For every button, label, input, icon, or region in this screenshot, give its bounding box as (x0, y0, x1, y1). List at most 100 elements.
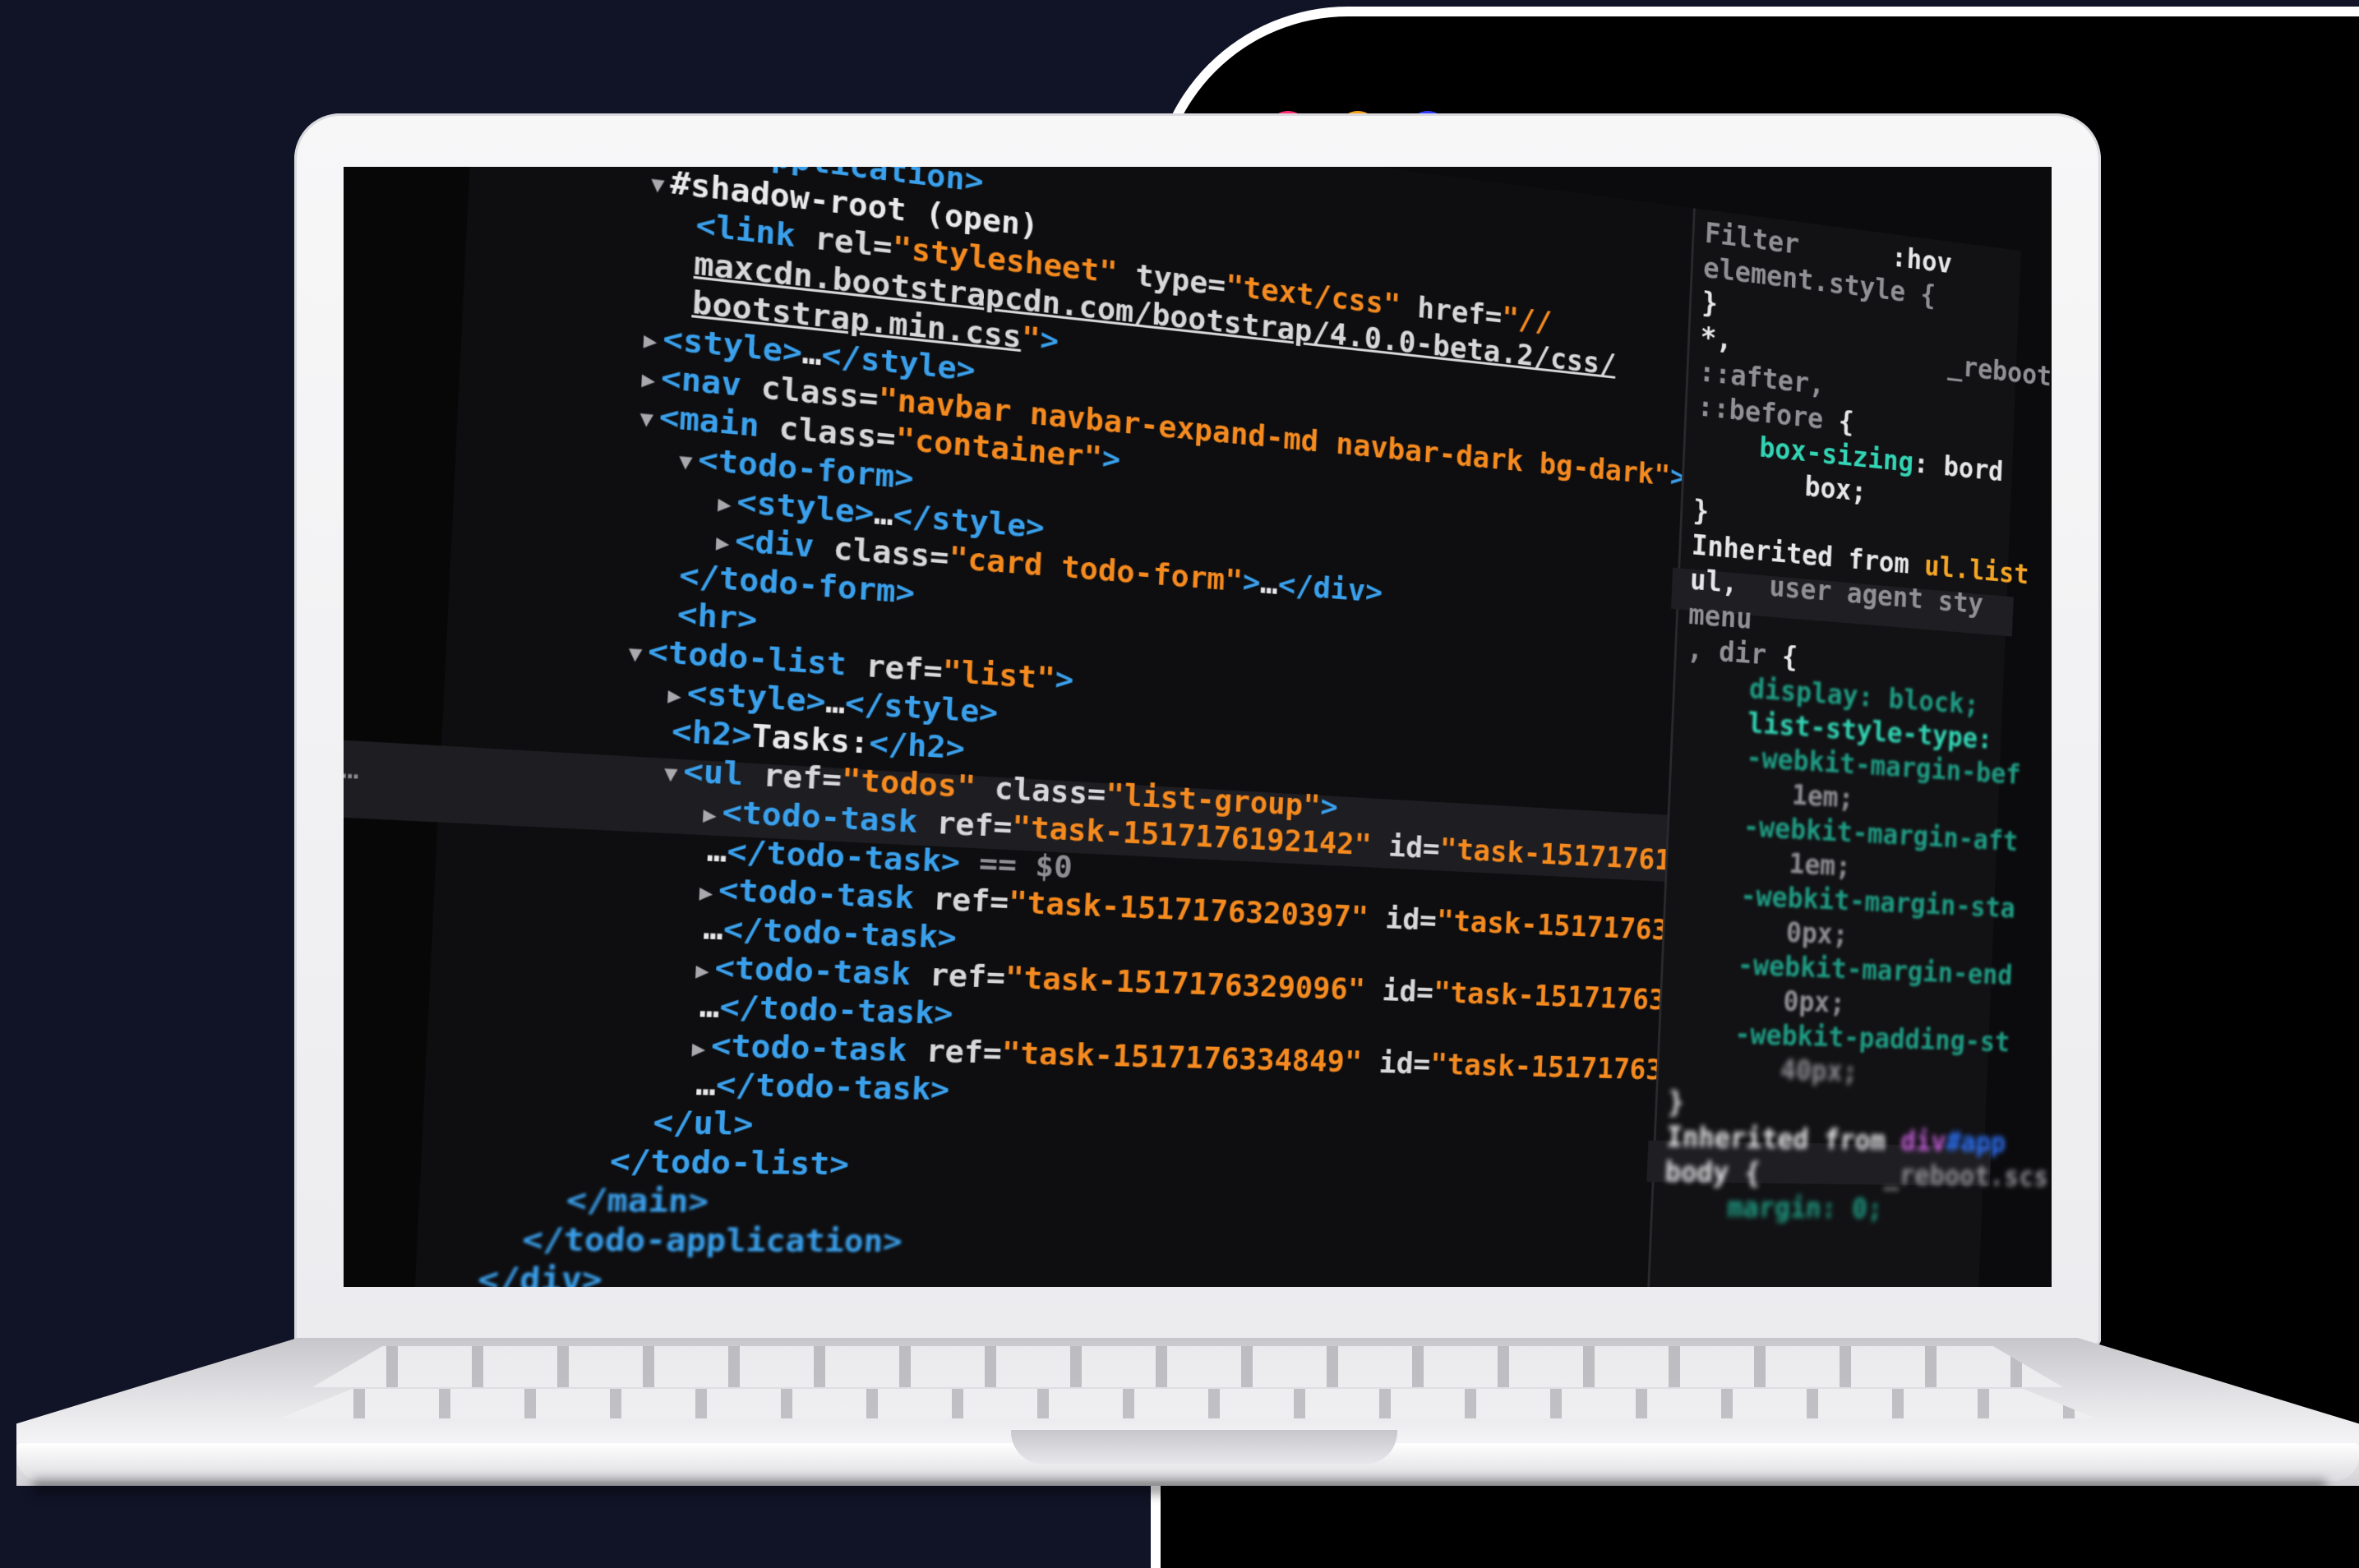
style-token: } (1701, 286, 1719, 321)
style-token: } (1692, 494, 1710, 528)
expand-triangle-icon[interactable]: ▶ (699, 880, 713, 906)
expand-triangle-icon (688, 254, 689, 279)
code-token: … (699, 988, 721, 1026)
code-token: > (1319, 789, 1339, 825)
expand-triangle-icon (693, 997, 694, 1022)
dom-line[interactable]: </div> (471, 1261, 603, 1287)
code-token: </div> (1276, 567, 1383, 611)
laptop-open-notch (1011, 1430, 1397, 1464)
code-token: ref= (925, 1033, 1003, 1072)
code-token: … (873, 496, 894, 533)
code-token: <div (734, 523, 834, 567)
laptop-shadow (33, 1479, 2326, 1495)
code-token: … (702, 910, 724, 948)
dom-line[interactable]: <hr> (671, 597, 758, 641)
code-token: <todo-task (713, 949, 930, 994)
expand-triangle-icon[interactable]: ▶ (643, 328, 658, 354)
style-token: _reboot.scs (1759, 1157, 2049, 1193)
collapse-triangle-icon[interactable]: ▼ (650, 172, 665, 198)
expand-triangle-icon[interactable]: ▶ (667, 683, 682, 708)
collapse-triangle-icon[interactable]: ▼ (678, 449, 693, 475)
style-token: body (1664, 1155, 1746, 1190)
style-line[interactable]: 1em; (1678, 842, 1852, 883)
expand-triangle-icon (697, 919, 698, 943)
style-line[interactable]: 0px; (1672, 982, 1846, 1019)
expand-triangle-icon[interactable]: ▶ (695, 958, 710, 984)
code-token: </main> (565, 1182, 710, 1220)
code-token: </todo-application> (521, 1221, 903, 1260)
expand-triangle-icon (673, 565, 674, 590)
code-token: " (1020, 320, 1041, 357)
style-token: Inherited from (1665, 1120, 1902, 1158)
code-token: ref= (928, 957, 1006, 996)
style-token: menu (1687, 598, 1753, 636)
style-token: , dir (1686, 633, 1783, 673)
expand-triangle-icon[interactable]: ▶ (691, 1036, 706, 1062)
expand-triangle-icon (647, 1114, 648, 1138)
style-line[interactable]: } (1701, 286, 1719, 321)
style-line[interactable]: 40px; (1669, 1052, 1858, 1088)
gutter (344, 167, 476, 1287)
style-token: { (1781, 640, 1798, 674)
code-token: Tasks: (750, 718, 870, 762)
style-token: : bord (1913, 447, 2004, 488)
code-token: </todo-list> (608, 1143, 850, 1183)
expand-triangle-icon (666, 722, 667, 746)
code-token: … (801, 334, 823, 373)
expand-triangle-icon (671, 605, 672, 630)
code-token: <todo-task (710, 1027, 927, 1070)
style-token: 1em; (1677, 842, 1852, 883)
code-token: "todos" (840, 762, 976, 805)
style-token: *, (1699, 321, 1733, 357)
code-token: … (824, 684, 847, 722)
code-token: "task-1517176334849" (1000, 1035, 1363, 1080)
style-token: 0px; (1671, 981, 1846, 1020)
laptop-base (16, 1338, 2359, 1486)
code-token: "list" (941, 653, 1056, 697)
dom-line[interactable]: …</todo-task> (690, 1067, 951, 1110)
code-token: > (1241, 565, 1262, 601)
style-token: 40px; (1669, 1050, 1858, 1089)
style-line[interactable]: 0px; (1674, 912, 1849, 951)
expand-triangle-icon[interactable]: ▶ (641, 367, 656, 393)
collapse-triangle-icon[interactable]: ▼ (663, 761, 678, 786)
dom-line[interactable]: </ul> (646, 1105, 754, 1146)
code-token: ref= (762, 758, 842, 799)
expand-triangle-icon (603, 1152, 604, 1178)
style-token: 0px; (1674, 911, 1849, 952)
code-token: </h2> (868, 725, 966, 767)
code-token: <h2> (671, 713, 753, 754)
expand-triangle-icon (700, 842, 701, 866)
style-line[interactable]: } (1692, 494, 1710, 528)
collapse-triangle-icon[interactable]: ▼ (639, 406, 654, 432)
code-token: id= (1367, 901, 1438, 938)
keyboard-keys-row (279, 1389, 2096, 1418)
laptop-screen: … ▼<div id="app">▼<todo-application>▼#sh… (344, 167, 2052, 1287)
code-token: == $0 (959, 845, 1073, 886)
row-ellipsis: … (344, 753, 361, 786)
expand-triangle-icon[interactable]: ▶ (703, 802, 718, 828)
expand-triangle-icon (471, 1271, 473, 1287)
code-token: </div> (477, 1261, 603, 1287)
style-token: #app (1945, 1126, 2006, 1160)
code-token: > (1101, 440, 1122, 477)
code-token: "task-1517176329096" (1004, 960, 1366, 1008)
expand-triangle-icon[interactable]: ▶ (718, 491, 732, 517)
code-token: </todo-task> (718, 989, 954, 1032)
code-token: <hr> (676, 596, 759, 639)
collapse-triangle-icon[interactable]: ▼ (628, 641, 643, 666)
style-line[interactable]: margin: 0; (1663, 1192, 1884, 1225)
dom-line[interactable]: </todo-list> (603, 1143, 850, 1185)
code-token: id= (1360, 1045, 1432, 1081)
code-token: class= (974, 769, 1107, 813)
dom-line[interactable]: </main> (560, 1183, 709, 1223)
style-line[interactable]: menu (1687, 598, 1753, 636)
code-token: id= (1364, 973, 1434, 1010)
style-line[interactable]: , dir { (1686, 633, 1798, 674)
code-token: id= (1370, 828, 1441, 866)
style-line[interactable]: body { _reboot.scs (1664, 1155, 2049, 1193)
dom-line[interactable]: </todo-application> (515, 1221, 903, 1262)
style-line[interactable]: Inherited from div#app (1665, 1120, 2006, 1160)
style-line[interactable]: } (1667, 1086, 1684, 1118)
expand-triangle-icon[interactable]: ▶ (715, 530, 730, 556)
